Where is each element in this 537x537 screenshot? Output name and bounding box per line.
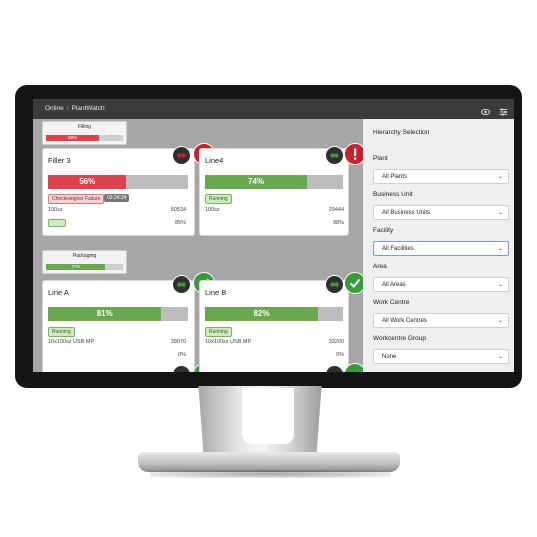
work-centre-select[interactable]: All Work Centres ⌄	[373, 313, 509, 328]
progress-track: 81%	[48, 307, 188, 321]
stand-cutout	[242, 388, 294, 444]
status-badge: Running	[48, 327, 75, 337]
chevron-down-icon: ⌄	[497, 318, 503, 324]
workcentre-group-select[interactable]: None ⌄	[373, 349, 509, 364]
product-label: 100sz	[205, 207, 220, 213]
business-unit-label: Business Unit	[373, 191, 413, 198]
area-label: Area	[373, 263, 387, 270]
line-name: Line B	[205, 288, 227, 297]
breadcrumb-app[interactable]: PlantWatch	[72, 105, 105, 112]
line-card-line-b[interactable]: Line B 82% Running 10x100sz USB MP 33200…	[199, 280, 349, 372]
product-label: 10x100sz USB MP	[48, 339, 95, 345]
group-label: Filling	[77, 124, 92, 130]
chevron-down-icon: ⌄	[497, 210, 503, 216]
plant-select[interactable]: All Plants ⌄	[373, 169, 509, 184]
line-name: Filler 3	[48, 156, 71, 165]
group-tag-packaging[interactable]: Packaging 77%	[42, 250, 127, 274]
facility-select[interactable]: All Facilities ⌄	[373, 241, 509, 256]
link-icon[interactable]	[325, 146, 344, 165]
select-value: All Work Centres	[382, 318, 427, 324]
status-badge: Running	[205, 194, 232, 204]
status-badge: Checkweigher Failure	[48, 194, 105, 204]
group-progress-fill: 69%	[46, 135, 100, 141]
count-value: 50534	[170, 207, 186, 213]
chevron-down-icon: ⌄	[497, 354, 503, 360]
count-value: 33200	[328, 339, 344, 345]
chevron-down-icon: ⌄	[497, 246, 503, 252]
progress-fill: 74%	[205, 175, 308, 189]
progress-track: 82%	[205, 307, 343, 321]
plant-label: Plant	[373, 155, 388, 162]
link-icon[interactable]	[172, 146, 191, 165]
progress-fill: 81%	[48, 307, 162, 321]
work-centre-label: Work Centre	[373, 299, 410, 306]
chevron-down-icon: ⌄	[497, 174, 503, 180]
efficiency-value: 98%	[332, 220, 344, 226]
group-label: Packaging	[72, 253, 97, 259]
business-unit-select[interactable]: All Business Units ⌄	[373, 205, 509, 220]
eye-icon[interactable]	[481, 105, 490, 116]
efficiency-value: 85%	[174, 220, 186, 226]
status-badge: Running	[205, 327, 232, 337]
efficiency-value: 0%	[336, 352, 344, 358]
downtime-timer: 02:24:34	[104, 194, 130, 202]
progress-fill: 56%	[48, 175, 127, 189]
select-value: None	[382, 354, 397, 360]
sliders-icon[interactable]	[499, 105, 508, 116]
select-value: All Business Units	[382, 210, 431, 216]
line-card-filler-3[interactable]: Filler 3 56% Checkweigher Failure 02:24:…	[42, 148, 195, 236]
breadcrumb: Online / PlantWatch	[45, 99, 105, 119]
area-select[interactable]: All Areas ⌄	[373, 277, 509, 292]
link-icon[interactable]	[325, 275, 344, 294]
group-progress-fill: 77%	[46, 264, 106, 270]
efficiency-value: 0%	[178, 352, 186, 358]
dashboard-main: Filling 69% Filler 3 56% Checkweigher Fa…	[33, 119, 366, 372]
select-value: All Plants	[382, 174, 408, 180]
breadcrumb-separator: /	[66, 105, 69, 112]
hierarchy-panel: Hierarchy Selection Plant All Plants ⌄ Bu…	[363, 119, 514, 372]
panel-title: Hierarchy Selection	[373, 129, 430, 136]
stand-shadow	[150, 470, 390, 478]
facility-label: Facility	[373, 227, 394, 234]
top-bar: Online / PlantWatch	[33, 99, 514, 119]
line-name: Line4	[205, 156, 224, 165]
workcentre-group-label: Workcentre Group	[373, 335, 426, 342]
count-value: 39070	[170, 339, 186, 345]
select-value: All Facilities	[382, 246, 414, 252]
product-label: 100sz	[48, 207, 63, 213]
monitor-bezel: Online/PlantWatch Filling 69% Filler 3	[15, 85, 522, 388]
link-icon[interactable]	[172, 275, 191, 294]
monitor-stand-base	[138, 452, 400, 472]
chevron-down-icon: ⌄	[497, 282, 503, 288]
line-name: Line A	[48, 288, 69, 297]
progress-fill: 82%	[205, 307, 319, 321]
screen: Online/PlantWatch Filling 69% Filler 3	[33, 99, 514, 372]
product-label: 10x100sz USB MP	[205, 339, 252, 345]
select-value: All Areas	[382, 282, 406, 288]
group-tag-filling[interactable]: Filling 69%	[42, 121, 127, 145]
line-card-line-a[interactable]: Line A 81% Running 10x100sz USB MP 39070…	[42, 280, 195, 372]
link-icon[interactable]	[48, 219, 66, 227]
group-progress-track: 69%	[46, 135, 123, 141]
group-progress-track: 77%	[46, 264, 123, 270]
progress-track: 74%	[205, 175, 343, 189]
count-value: 29444	[328, 207, 344, 213]
progress-track: 56%	[48, 175, 188, 189]
breadcrumb-status[interactable]: Online	[45, 105, 64, 112]
